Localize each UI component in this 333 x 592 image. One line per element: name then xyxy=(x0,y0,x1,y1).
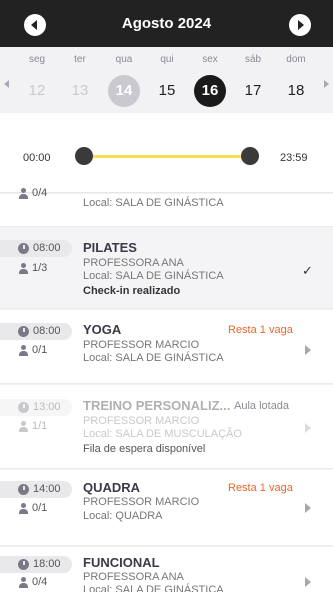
person-icon xyxy=(18,503,28,514)
waitlist-note: Fila de espera disponível xyxy=(83,443,206,455)
day-18[interactable]: dom 18 xyxy=(274,47,318,113)
month-title: Agosto 2024 xyxy=(121,15,212,32)
class-location: Local: SALA DE GINÁSTICA xyxy=(83,197,224,209)
month-header: Agosto 2024 xyxy=(0,0,333,47)
clock-icon xyxy=(18,559,29,570)
day-14[interactable]: qua 14 xyxy=(102,47,146,113)
class-item[interactable]: 18:00 0/4 FUNCIONAL PROFESSORA ANA Local… xyxy=(0,547,333,592)
time-range-start: 00:00 xyxy=(23,152,51,164)
class-item[interactable]: 14:00 0/1 QUADRA Resta 1 vaga PROFESSOR … xyxy=(0,470,333,546)
class-instructor: PROFESSORA ANA xyxy=(83,257,184,269)
class-time: 08:00 xyxy=(33,242,61,254)
class-occupancy: 0/4 xyxy=(32,187,48,199)
chevron-right-icon[interactable] xyxy=(305,345,311,355)
day-number: 17 xyxy=(244,82,262,99)
class-instructor: PROFESSORA ANA xyxy=(83,571,184,583)
day-name: qua xyxy=(115,54,133,65)
class-location: Local: SALA DE GINÁSTICA xyxy=(83,270,224,282)
class-item[interactable]: 13:00 1/1 TREINO PERSONALIZ... PROFESSOR… xyxy=(0,385,333,469)
day-number: 13 xyxy=(71,82,89,99)
class-item[interactable]: 08:00 0/1 YOGA Resta 1 vaga PROFESSOR MA… xyxy=(0,310,333,384)
chevron-right-icon[interactable] xyxy=(305,577,311,587)
day-number: 12 xyxy=(28,82,46,99)
day-13[interactable]: ter 13 xyxy=(58,47,102,113)
class-item[interactable]: 0/4 Local: SALA DE GINÁSTICA xyxy=(0,187,333,227)
class-instructor: PROFESSOR MARCIO xyxy=(83,415,200,427)
class-time-pill: 13:00 xyxy=(0,399,72,416)
time-range-start-handle[interactable] xyxy=(75,147,93,165)
arrow-left-icon xyxy=(31,20,37,30)
person-icon xyxy=(18,263,28,274)
class-location: Local: SALA DE GINÁSTICA xyxy=(83,352,224,364)
class-time: 14:00 xyxy=(33,483,61,495)
previous-week-arrow-icon[interactable] xyxy=(4,80,9,88)
class-time-pill: 08:00 xyxy=(0,240,72,257)
class-occupancy: 0/4 xyxy=(32,576,48,588)
day-number: 16 xyxy=(194,75,226,107)
class-time: 18:00 xyxy=(33,558,61,570)
class-occupancy: 1/1 xyxy=(32,420,48,432)
chevron-right-icon[interactable] xyxy=(305,423,311,433)
time-range-filter: 00:00 23:59 xyxy=(0,113,333,193)
class-location: Local: SALA DE GINÁSTICA xyxy=(83,584,224,592)
week-selector: seg 12 ter 13 qua 14 qui 15 sex 16 sáb 1… xyxy=(0,47,333,113)
person-icon xyxy=(18,188,28,199)
arrow-right-icon xyxy=(298,20,304,30)
class-time-pill: 18:00 xyxy=(0,556,72,573)
clock-icon xyxy=(18,243,29,254)
person-icon xyxy=(18,421,28,432)
clock-icon xyxy=(18,484,29,495)
previous-month-button[interactable] xyxy=(24,14,46,36)
next-month-button[interactable] xyxy=(289,14,311,36)
day-number: 15 xyxy=(158,82,176,99)
availability-status: Aula lotada xyxy=(234,400,290,412)
day-17[interactable]: sáb 17 xyxy=(231,47,275,113)
availability-status: Resta 1 vaga xyxy=(228,324,293,336)
class-instructor: PROFESSOR MARCIO xyxy=(83,496,200,508)
day-15[interactable]: qui 15 xyxy=(145,47,189,113)
person-icon xyxy=(18,345,28,356)
chevron-right-icon[interactable] xyxy=(305,503,311,513)
class-name: FUNCIONAL xyxy=(83,555,160,570)
class-occupancy: 0/1 xyxy=(32,502,48,514)
day-number: 18 xyxy=(287,82,305,99)
day-name: dom xyxy=(286,54,306,65)
person-icon xyxy=(18,577,28,588)
availability-status: Resta 1 vaga xyxy=(228,482,293,494)
clock-icon xyxy=(18,326,29,337)
class-name: PILATES xyxy=(83,240,137,255)
class-name: QUADRA xyxy=(83,480,141,495)
day-name: seg xyxy=(28,54,46,65)
next-week-arrow-icon[interactable] xyxy=(324,80,329,88)
clock-icon xyxy=(18,402,29,413)
class-instructor: PROFESSOR MARCIO xyxy=(83,339,200,351)
class-name: YOGA xyxy=(83,322,122,337)
day-name: qui xyxy=(160,54,174,65)
check-in-note: Check-in realizado xyxy=(83,285,181,297)
class-location: Local: SALA DE MUSCULAÇÃO xyxy=(83,428,242,440)
class-location: Local: QUADRA xyxy=(83,510,163,522)
time-range-end: 23:59 xyxy=(280,152,308,164)
class-name: TREINO PERSONALIZ... xyxy=(83,398,231,413)
day-12[interactable]: seg 12 xyxy=(15,47,59,113)
class-occupancy: 0/1 xyxy=(32,344,48,356)
day-name: sáb xyxy=(244,54,262,65)
class-occupancy: 1/3 xyxy=(32,262,48,274)
day-name: sex xyxy=(202,54,218,65)
day-16-selected[interactable]: sex 16 xyxy=(188,47,232,113)
day-number: 14 xyxy=(108,75,140,107)
checkmark-icon: ✓ xyxy=(302,263,313,278)
class-schedule-screen: Agosto 2024 seg 12 ter 13 qua 14 qui 15 … xyxy=(0,0,333,592)
class-item[interactable]: 08:00 1/3 PILATES PROFESSORA ANA Local: … xyxy=(0,228,333,309)
time-range-track[interactable] xyxy=(83,155,250,158)
time-range-end-handle[interactable] xyxy=(241,147,259,165)
class-time-pill: 08:00 xyxy=(0,323,72,340)
class-time: 13:00 xyxy=(33,401,61,413)
class-time: 08:00 xyxy=(33,325,61,337)
class-time-pill: 14:00 xyxy=(0,481,72,498)
day-name: ter xyxy=(74,54,86,65)
